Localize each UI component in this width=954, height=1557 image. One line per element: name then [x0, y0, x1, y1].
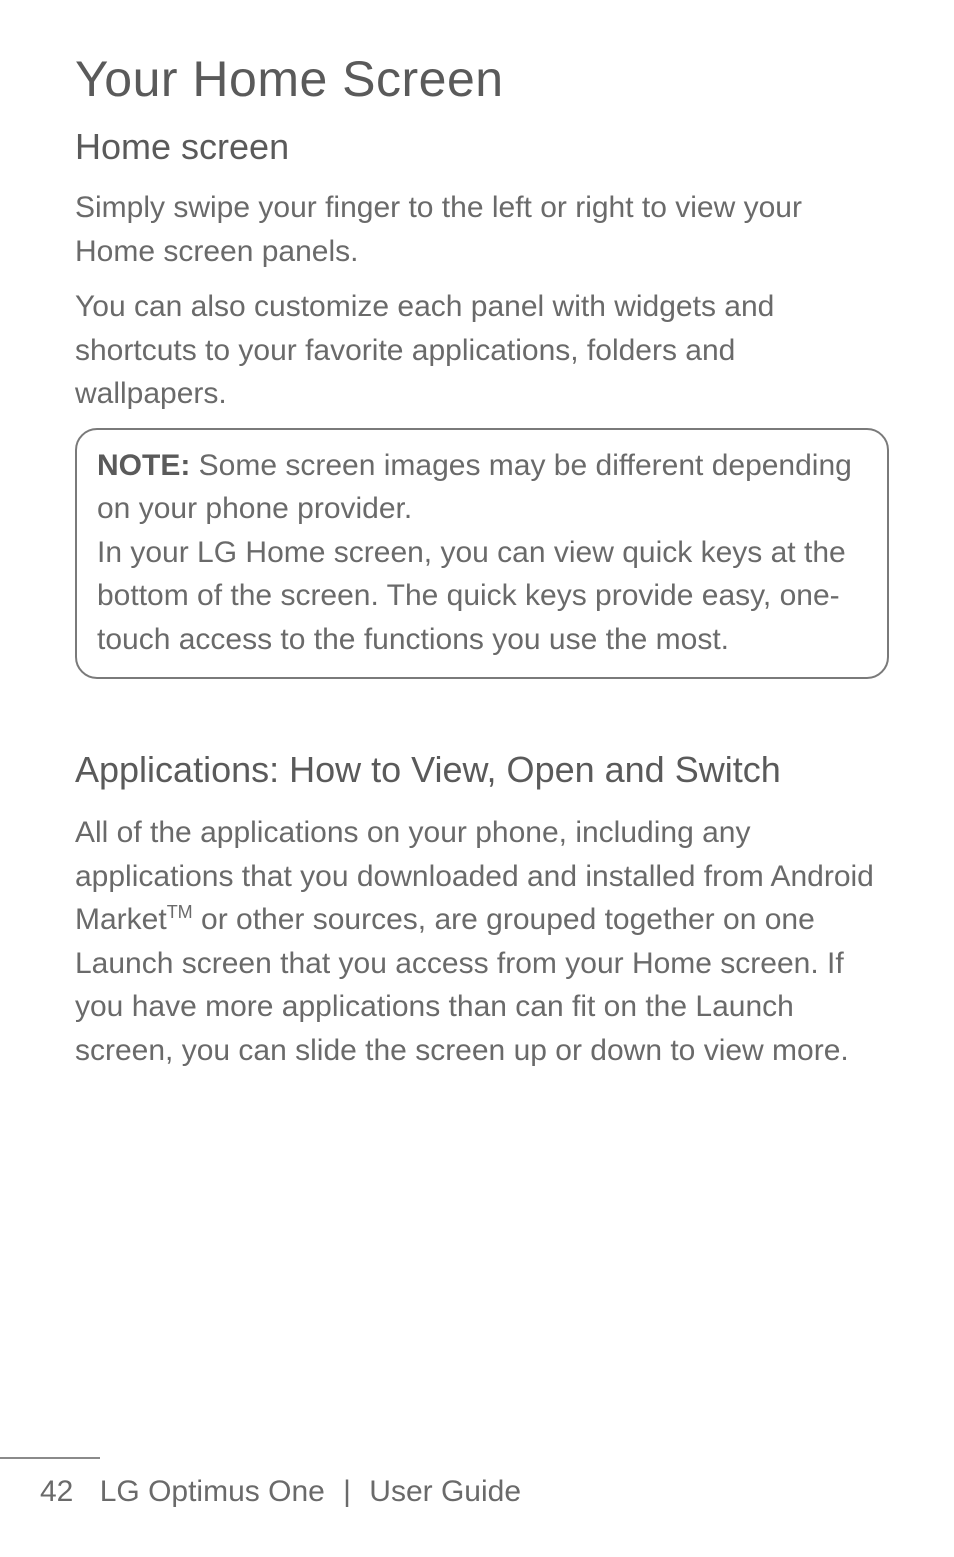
body-text-span: or other sources, are grouped together o…: [75, 903, 849, 1067]
body-paragraph: All of the applications on your phone, i…: [75, 811, 889, 1072]
note-paragraph: In your LG Home screen, you can view qui…: [97, 531, 867, 662]
separator: |: [343, 1475, 351, 1508]
footer-text: 42 LG Optimus One | User Guide: [0, 1475, 954, 1509]
body-paragraph: Simply swipe your finger to the left or …: [75, 186, 889, 273]
body-paragraph: You can also customize each panel with w…: [75, 285, 889, 416]
page-number: 42: [40, 1475, 73, 1509]
page-title: Your Home Screen: [75, 50, 889, 108]
page-footer: 42 LG Optimus One | User Guide: [0, 1457, 954, 1509]
product-name: LG Optimus One: [100, 1475, 325, 1508]
footer-divider: [0, 1457, 100, 1459]
section-heading-applications: Applications: How to View, Open and Swit…: [75, 749, 889, 791]
note-text: Some screen images may be different depe…: [97, 449, 852, 526]
section-heading-home-screen: Home screen: [75, 126, 889, 168]
trademark-symbol: TM: [167, 902, 193, 922]
note-paragraph: NOTE: Some screen images may be differen…: [97, 444, 867, 531]
note-label: NOTE:: [97, 449, 190, 482]
document-type: User Guide: [369, 1475, 521, 1508]
note-box: NOTE: Some screen images may be differen…: [75, 428, 889, 680]
